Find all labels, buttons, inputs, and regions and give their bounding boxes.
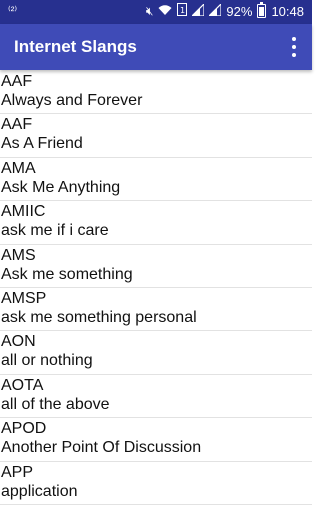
status-time: 10:48 xyxy=(271,3,304,19)
list-item[interactable]: AOTA all of the above xyxy=(0,375,312,419)
slang-abbreviation: AAF xyxy=(1,116,33,134)
list-item[interactable]: AAF As A Friend xyxy=(0,114,312,158)
list-item[interactable]: AMIIC ask me if i care xyxy=(0,201,312,245)
list-item[interactable]: AAF Always and Forever xyxy=(0,71,312,115)
slang-meaning: Another Point Of Discussion xyxy=(1,439,202,457)
slang-meaning: ask me something personal xyxy=(1,308,197,326)
svg-text:1: 1 xyxy=(180,6,185,15)
slang-abbreviation: AMS xyxy=(1,246,36,264)
slang-abbreviation: AOTA xyxy=(1,376,44,394)
slang-meaning: Always and Forever xyxy=(1,92,143,109)
slang-list: AAF Always and Forever AAF As A Friend A… xyxy=(0,71,312,505)
status-icons: 🔇︎ 1 92% 10:48 xyxy=(145,2,304,19)
slang-abbreviation: APOD xyxy=(1,420,47,438)
slang-meaning: Ask me something xyxy=(1,265,133,283)
mute-icon: 🔇︎ xyxy=(145,4,154,18)
list-item[interactable]: AMSP ask me something personal xyxy=(0,288,312,332)
wifi-icon xyxy=(158,4,172,19)
list-item[interactable]: AON all or nothing xyxy=(0,331,312,375)
slang-abbreviation: APP xyxy=(1,463,34,481)
slang-meaning: all of the above xyxy=(1,395,110,413)
slang-meaning: ask me if i care xyxy=(1,222,109,240)
list-item[interactable]: APP application xyxy=(0,462,312,505)
slang-meaning: application xyxy=(1,482,78,500)
slang-meaning: Ask Me Anything xyxy=(1,178,121,196)
list-item[interactable]: AMS Ask me something xyxy=(0,245,312,288)
status-bar: ⁽²⁾ 🔇︎ 1 92% 10:48 xyxy=(0,0,312,24)
slang-abbreviation: AMA xyxy=(1,159,36,177)
slang-abbreviation: AMSP xyxy=(1,289,47,307)
battery-percent: 92% xyxy=(226,3,253,19)
list-item[interactable]: APOD Another Point Of Discussion xyxy=(0,418,312,462)
list-item[interactable]: AMA Ask Me Anything xyxy=(0,158,312,202)
slang-abbreviation: AMIIC xyxy=(1,203,46,221)
signal-icon xyxy=(190,2,206,19)
slang-meaning: all or nothing xyxy=(1,352,93,370)
battery-icon xyxy=(257,2,267,18)
notification-indicator: ⁽²⁾ xyxy=(8,5,18,17)
slang-meaning: As A Friend xyxy=(1,135,83,153)
overflow-menu-icon[interactable] xyxy=(288,37,300,57)
app-bar: Internet Slangs xyxy=(0,24,312,70)
app-title: Internet Slangs xyxy=(14,37,137,56)
signal-icon-2 xyxy=(207,2,223,19)
sim1-icon: 1 xyxy=(177,3,188,19)
slang-abbreviation: AON xyxy=(1,333,36,351)
slang-abbreviation: AAF xyxy=(1,73,33,90)
